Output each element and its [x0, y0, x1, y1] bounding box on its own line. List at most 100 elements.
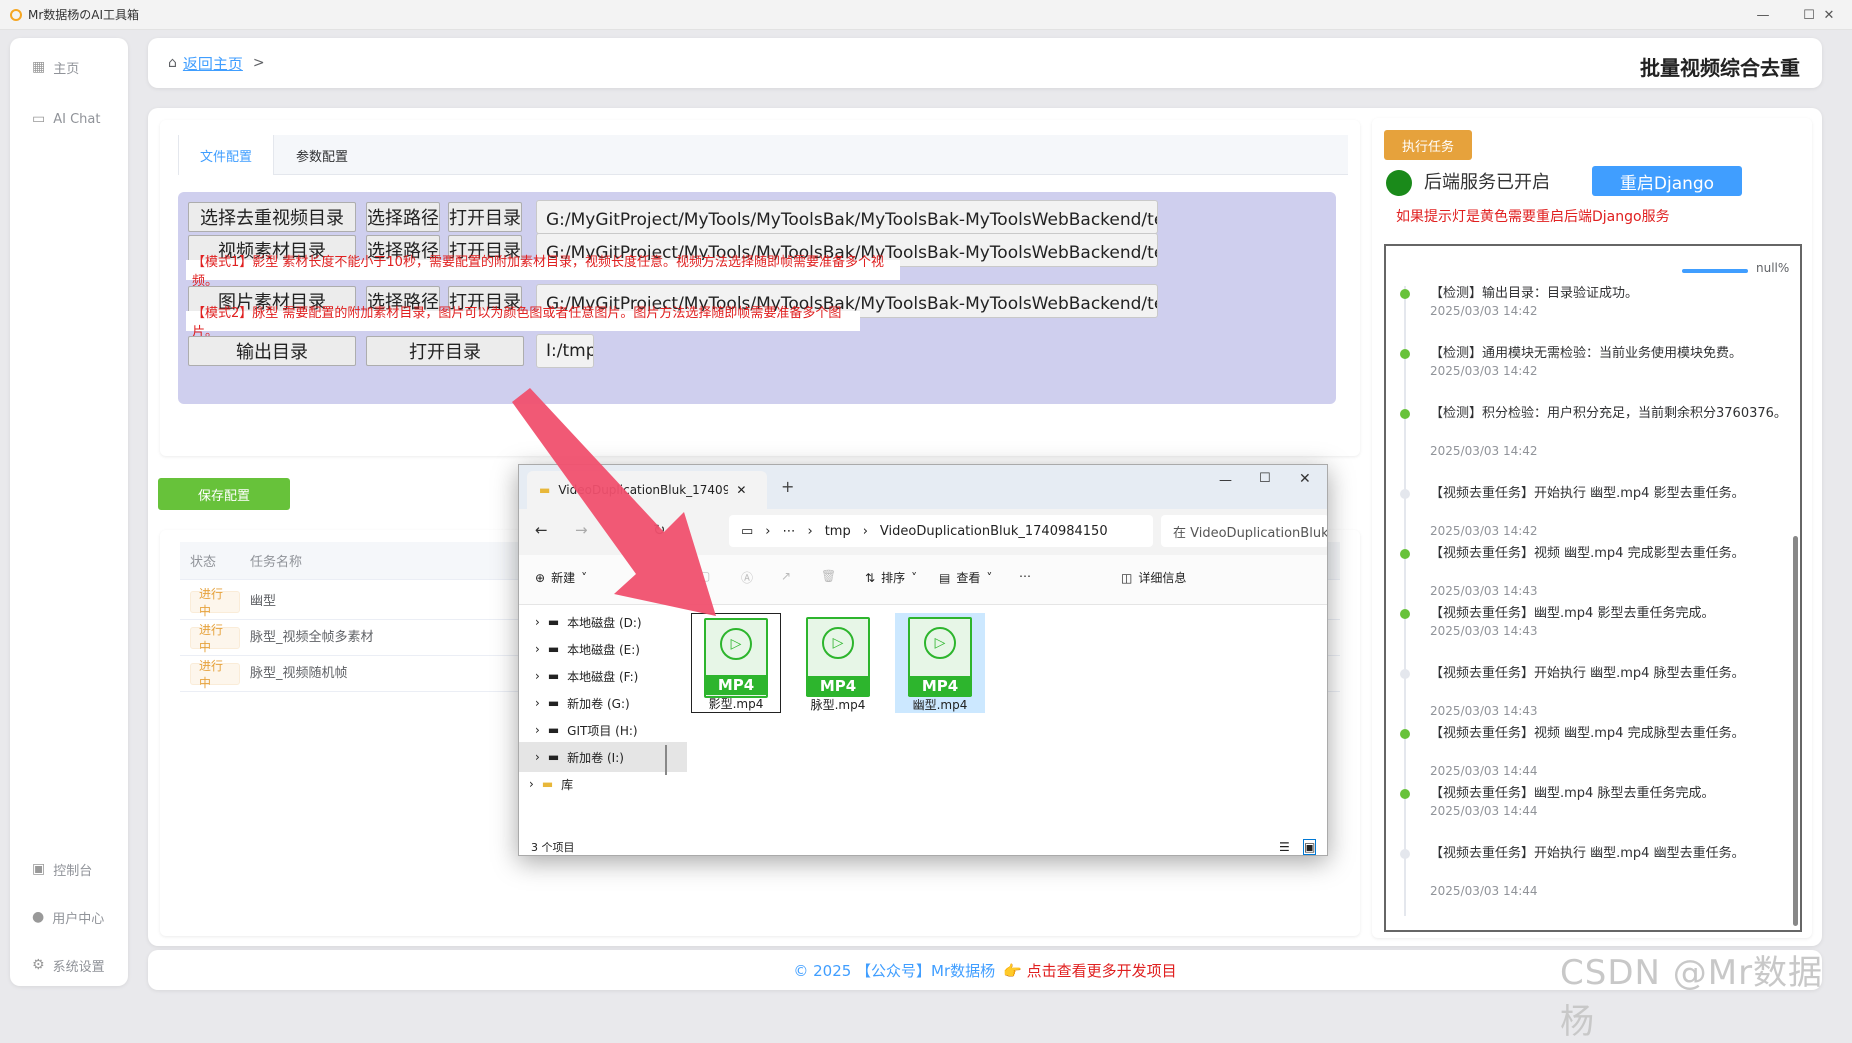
drive-icon: ▬: [547, 750, 560, 764]
footer-copyright[interactable]: © 2025 【公众号】Mr数据杨: [793, 960, 995, 981]
progress-text: null%: [1756, 261, 1790, 275]
tab-file-config[interactable]: 文件配置: [178, 135, 274, 175]
file-name: 幽型.mp4: [912, 698, 968, 712]
view-button[interactable]: ▤ 查看 ˅: [939, 569, 992, 586]
minimize-explorer-button[interactable]: —: [1219, 473, 1232, 488]
chevron-right-icon: ›: [535, 669, 540, 683]
watermark: CSDN @Mr数据杨: [1560, 953, 1824, 1042]
new-tab-button[interactable]: +: [781, 477, 794, 496]
chevron-down-icon: ˅: [986, 570, 993, 585]
tree-item[interactable]: › ▬ 本地磁盘 (F:): [519, 661, 687, 691]
explorer-tab[interactable]: ▬ VideoDuplicationBluk_1740984 ✕: [527, 471, 767, 509]
restart-django-button[interactable]: 重启Django: [1592, 166, 1742, 196]
back-arrow-icon[interactable]: ←: [535, 521, 548, 539]
log-text: 【视频去重任务】视频 幽型.mp4 完成脉型去重任务。: [1430, 726, 1745, 741]
maximize-explorer-button[interactable]: ☐: [1259, 471, 1271, 486]
file-item[interactable]: ▷ MP4 幽型.mp4: [895, 613, 985, 713]
tree-scrollbar[interactable]: [665, 745, 667, 775]
tree-item[interactable]: › ▬ 库: [519, 769, 687, 799]
page-title: 批量视频综合去重: [1640, 56, 1800, 80]
log-text: 【检测】输出目录：目录验证成功。: [1430, 286, 1639, 301]
tree-item-label: 新加卷 (G:): [567, 696, 630, 711]
log-dot-icon: [1400, 669, 1410, 679]
log-panel[interactable]: null% 【检测】输出目录：目录验证成功。 2025/03/03 14:42 【检…: [1384, 244, 1802, 932]
tree-item-label: 本地磁盘 (D:): [567, 615, 642, 630]
copy-icon[interactable]: ▢: [699, 569, 710, 583]
close-tab-icon[interactable]: ✕: [736, 483, 746, 497]
details-button[interactable]: ◫ 详细信息: [1121, 569, 1186, 586]
sidebar-item-user-center[interactable]: ● 用户中心: [10, 902, 128, 932]
new-button[interactable]: ⊕ 新建 ˅: [535, 569, 587, 586]
tree-item[interactable]: › ▬ GIT项目 (H:): [519, 715, 687, 745]
address-chevron-icon: ›: [765, 523, 771, 539]
log-scrollbar[interactable]: [1793, 536, 1798, 926]
log-text: 【视频去重任务】幽型.mp4 脉型去重任务完成。: [1430, 786, 1715, 801]
sidebar-item-console[interactable]: ▣ 控制台: [10, 854, 128, 884]
status-badge: 进行中: [190, 623, 240, 654]
execute-task-button[interactable]: 执行任务: [1384, 130, 1472, 160]
sidebar-item-settings[interactable]: ⚙ 系统设置: [10, 950, 128, 980]
output-path-field[interactable]: I:/tmp: [536, 334, 594, 368]
file-item[interactable]: ▷ MP4 影型.mp4: [691, 613, 781, 713]
save-config-button[interactable]: 保存配置: [158, 478, 290, 510]
tree-item-selected[interactable]: › ▬ 新加卷 (I:): [519, 742, 687, 772]
tree-item[interactable]: › ▬ 新加卷 (G:): [519, 688, 687, 718]
mode1-hint: 【模式1】影型 素材长度不能小于10秒，需要配置的附加素材目录，视频长度任意。视…: [186, 255, 900, 289]
sidebar-item-home[interactable]: ▦ 主页: [10, 52, 128, 82]
log-time: 2025/03/03 14:44: [1430, 804, 1538, 818]
log-time: 2025/03/03 14:42: [1430, 304, 1538, 318]
progress-bar: [1682, 269, 1748, 273]
log-dot-icon: [1400, 489, 1410, 499]
breadcrumb-separator: >: [252, 55, 265, 71]
monitor-icon: ▣: [32, 861, 46, 877]
log-dot-icon: [1400, 849, 1410, 859]
open-dir-button[interactable]: 打开目录: [448, 202, 522, 232]
list-view-icon[interactable]: ☰: [1279, 840, 1290, 854]
delete-icon[interactable]: 🗑: [821, 569, 836, 583]
chevron-right-icon: ›: [535, 642, 540, 656]
open-output-dir-button[interactable]: 打开目录: [366, 336, 524, 366]
back-home-link[interactable]: 返回主页: [183, 53, 243, 74]
choose-path-button[interactable]: 选择路径: [366, 202, 440, 232]
close-explorer-button[interactable]: ✕: [1299, 471, 1311, 487]
forward-arrow-icon[interactable]: →: [575, 521, 588, 539]
log-text: 【视频去重任务】视频 幽型.mp4 完成影型去重任务。: [1430, 546, 1745, 561]
explorer-tab-title: VideoDuplicationBluk_1740984: [558, 483, 729, 497]
share-icon[interactable]: ↗: [781, 569, 791, 583]
refresh-icon[interactable]: ↻: [653, 521, 666, 539]
file-item[interactable]: ▷ MP4 脉型.mp4: [793, 613, 883, 713]
explorer-status-bar: 3 个项目 ☰ ▣: [519, 837, 1327, 855]
dedup-video-dir-button[interactable]: 选择去重视频目录: [188, 202, 356, 232]
minimize-button[interactable]: —: [1740, 0, 1786, 30]
address-chevron-icon: ›: [807, 523, 813, 539]
sort-button[interactable]: ⇅ 排序 ˅: [865, 569, 917, 586]
drive-icon: ▬: [547, 723, 560, 737]
tree-item-label: 本地磁盘 (E:): [567, 642, 640, 657]
file-name: 脉型.mp4: [810, 698, 866, 712]
drive-icon: ▬: [547, 669, 560, 683]
log-dot-icon: [1400, 549, 1410, 559]
log-text: 【视频去重任务】开始执行 幽型.mp4 幽型去重任务。: [1430, 846, 1745, 861]
window-title: Mr数据杨のAI工具箱: [28, 8, 140, 22]
explorer-search-input[interactable]: 在 VideoDuplicationBluk_1: [1161, 515, 1327, 547]
address-bar[interactable]: ▭ › ⋯ › tmp › VideoDuplicationBluk_17409…: [729, 515, 1153, 547]
config-tabs: 文件配置 参数配置: [178, 135, 1348, 175]
log-dot-icon: [1400, 609, 1410, 619]
thumbnail-view-icon[interactable]: ▣: [1303, 839, 1317, 855]
drive-icon: ▬: [547, 615, 560, 629]
address-segment[interactable]: VideoDuplicationBluk_1740984150: [880, 524, 1108, 539]
tree-item[interactable]: › ▬ 本地磁盘 (E:): [519, 634, 687, 664]
tree-item[interactable]: › ▬ 本地磁盘 (D:): [519, 607, 687, 637]
grid-icon: ▦: [32, 59, 46, 75]
dedup-video-path-field[interactable]: G:/MyGitProject/MyTools/MyToolsBak/MyToo…: [536, 200, 1158, 234]
sidebar-item-ai-chat[interactable]: ▭ AI Chat: [10, 104, 128, 134]
close-window-button[interactable]: ✕: [1806, 0, 1852, 30]
output-dir-button[interactable]: 输出目录: [188, 336, 356, 366]
tab-param-config[interactable]: 参数配置: [274, 135, 370, 175]
status-light-icon: [1386, 170, 1412, 196]
rename-icon[interactable]: Ⓐ: [741, 569, 753, 586]
footer-more-projects-link[interactable]: 👉 点击查看更多开发项目: [1003, 960, 1176, 981]
chevron-right-icon: ›: [535, 615, 540, 629]
more-options-icon[interactable]: ⋯: [1019, 569, 1031, 583]
address-segment[interactable]: tmp: [825, 524, 851, 539]
